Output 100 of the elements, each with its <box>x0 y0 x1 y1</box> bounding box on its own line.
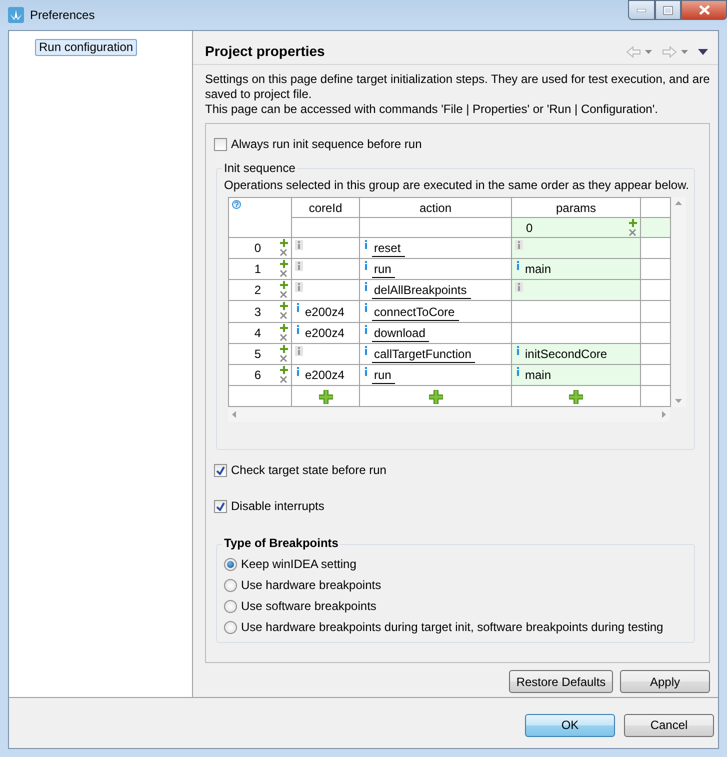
add-icon[interactable] <box>569 390 583 404</box>
table-cell[interactable] <box>292 238 360 259</box>
table-cell[interactable]: run <box>360 364 512 386</box>
row-header[interactable]: 1 <box>228 258 292 280</box>
dropdown-icon[interactable] <box>645 50 652 54</box>
checkbox[interactable] <box>214 500 227 513</box>
row-header[interactable]: 4 <box>228 322 292 344</box>
action-link[interactable]: run <box>372 262 396 278</box>
description-text: This page can be accessed with commands 'File | Properties' or 'Run | Configuration'. <box>205 102 659 117</box>
add-icon[interactable] <box>280 302 288 310</box>
forward-arrow-icon[interactable] <box>662 46 677 58</box>
help-icon[interactable] <box>232 200 241 209</box>
info-icon <box>295 324 301 334</box>
table-cell[interactable]: main <box>512 258 640 280</box>
cell-text: e200z4 <box>305 304 344 319</box>
remove-icon[interactable] <box>280 270 287 278</box>
info-icon <box>295 261 303 272</box>
table-cell[interactable]: delAllBreakpoints <box>360 280 512 301</box>
remove-icon[interactable] <box>280 354 287 362</box>
filter-cell[interactable]: 0 <box>512 218 640 238</box>
close-icon <box>698 5 710 15</box>
radio-button[interactable] <box>224 600 237 613</box>
table-cell[interactable]: download <box>360 322 512 344</box>
add-icon[interactable] <box>280 239 288 248</box>
info-icon <box>515 346 521 355</box>
table-cell[interactable]: callTargetFunction <box>360 343 512 364</box>
radio-button[interactable] <box>224 579 237 592</box>
action-link[interactable]: download <box>372 326 430 342</box>
column-header[interactable]: coreId <box>292 198 360 218</box>
row-header[interactable]: 0 <box>228 238 292 259</box>
table-cell[interactable]: e200z4 <box>292 322 360 344</box>
info-icon <box>515 261 521 270</box>
info-icon <box>363 240 369 250</box>
push-button[interactable]: Cancel <box>624 714 714 736</box>
table-cell[interactable] <box>512 300 640 322</box>
info-icon <box>363 324 369 334</box>
radio-button[interactable] <box>224 558 237 571</box>
add-icon[interactable] <box>629 219 637 228</box>
remove-icon[interactable] <box>280 249 287 256</box>
push-button[interactable]: Apply <box>620 670 710 693</box>
vertical-scrollbar[interactable] <box>671 197 686 407</box>
push-button[interactable]: Restore Defaults <box>509 670 613 693</box>
dropdown-icon[interactable] <box>681 50 688 54</box>
sidebar-item[interactable]: Run configuration <box>35 39 138 56</box>
close-button[interactable] <box>681 0 727 20</box>
action-link[interactable]: connectToCore <box>372 304 459 321</box>
table-cell[interactable]: main <box>512 364 640 386</box>
scroll-right-icon[interactable] <box>662 411 666 418</box>
add-icon[interactable] <box>280 324 288 332</box>
scroll-left-icon[interactable] <box>232 411 236 418</box>
checkbox[interactable] <box>214 138 227 151</box>
back-arrow-icon[interactable] <box>626 46 641 58</box>
minimize-button[interactable] <box>628 0 655 20</box>
table-cell[interactable] <box>512 238 640 259</box>
maximize-button[interactable] <box>655 0 681 20</box>
add-icon[interactable] <box>280 344 288 353</box>
row-header[interactable]: 2 <box>228 280 292 301</box>
add-icon[interactable] <box>280 366 288 374</box>
maximize-icon <box>663 6 673 14</box>
remove-icon[interactable] <box>280 312 287 320</box>
add-icon[interactable] <box>318 390 332 404</box>
add-icon[interactable] <box>428 390 442 404</box>
info-icon <box>515 282 523 292</box>
filter-cell[interactable] <box>292 218 360 238</box>
action-link[interactable]: run <box>372 368 396 384</box>
row-header[interactable]: 6 <box>228 364 292 386</box>
remove-icon[interactable] <box>280 334 287 341</box>
add-icon[interactable] <box>280 260 288 268</box>
column-header[interactable]: params <box>512 198 640 218</box>
cell-text: e200z4 <box>305 368 344 382</box>
menu-icon[interactable] <box>698 48 708 54</box>
row-header[interactable]: 5 <box>228 343 292 364</box>
table-cell[interactable]: reset <box>360 238 512 259</box>
table-cell[interactable] <box>292 280 360 301</box>
remove-icon[interactable] <box>629 229 636 236</box>
remove-icon[interactable] <box>280 291 287 298</box>
table-cell[interactable]: e200z4 <box>292 364 360 386</box>
table-cell[interactable] <box>292 343 360 364</box>
scroll-up-icon[interactable] <box>675 201 682 205</box>
table-cell[interactable]: e200z4 <box>292 300 360 322</box>
row-header[interactable]: 3 <box>228 300 292 322</box>
table-cell[interactable] <box>512 322 640 344</box>
table-cell[interactable]: connectToCore <box>360 300 512 322</box>
action-link[interactable]: callTargetFunction <box>372 346 476 363</box>
action-link[interactable]: reset <box>372 241 405 258</box>
column-header[interactable]: action <box>360 198 512 218</box>
checkbox[interactable] <box>214 464 227 477</box>
table-cell[interactable] <box>292 258 360 280</box>
radio-button[interactable] <box>224 621 237 634</box>
table-cell[interactable]: run <box>360 258 512 280</box>
action-link[interactable]: delAllBreakpoints <box>372 283 471 300</box>
table-cell[interactable]: initSecondCore <box>512 343 640 364</box>
add-icon[interactable] <box>280 281 288 290</box>
table-cell[interactable] <box>512 280 640 301</box>
filter-cell[interactable] <box>360 218 512 238</box>
scroll-down-icon[interactable] <box>675 399 682 403</box>
remove-icon[interactable] <box>280 376 287 383</box>
horizontal-scrollbar[interactable] <box>228 407 670 422</box>
group-title: Init sequence <box>222 161 298 176</box>
push-button[interactable]: OK <box>525 714 615 736</box>
